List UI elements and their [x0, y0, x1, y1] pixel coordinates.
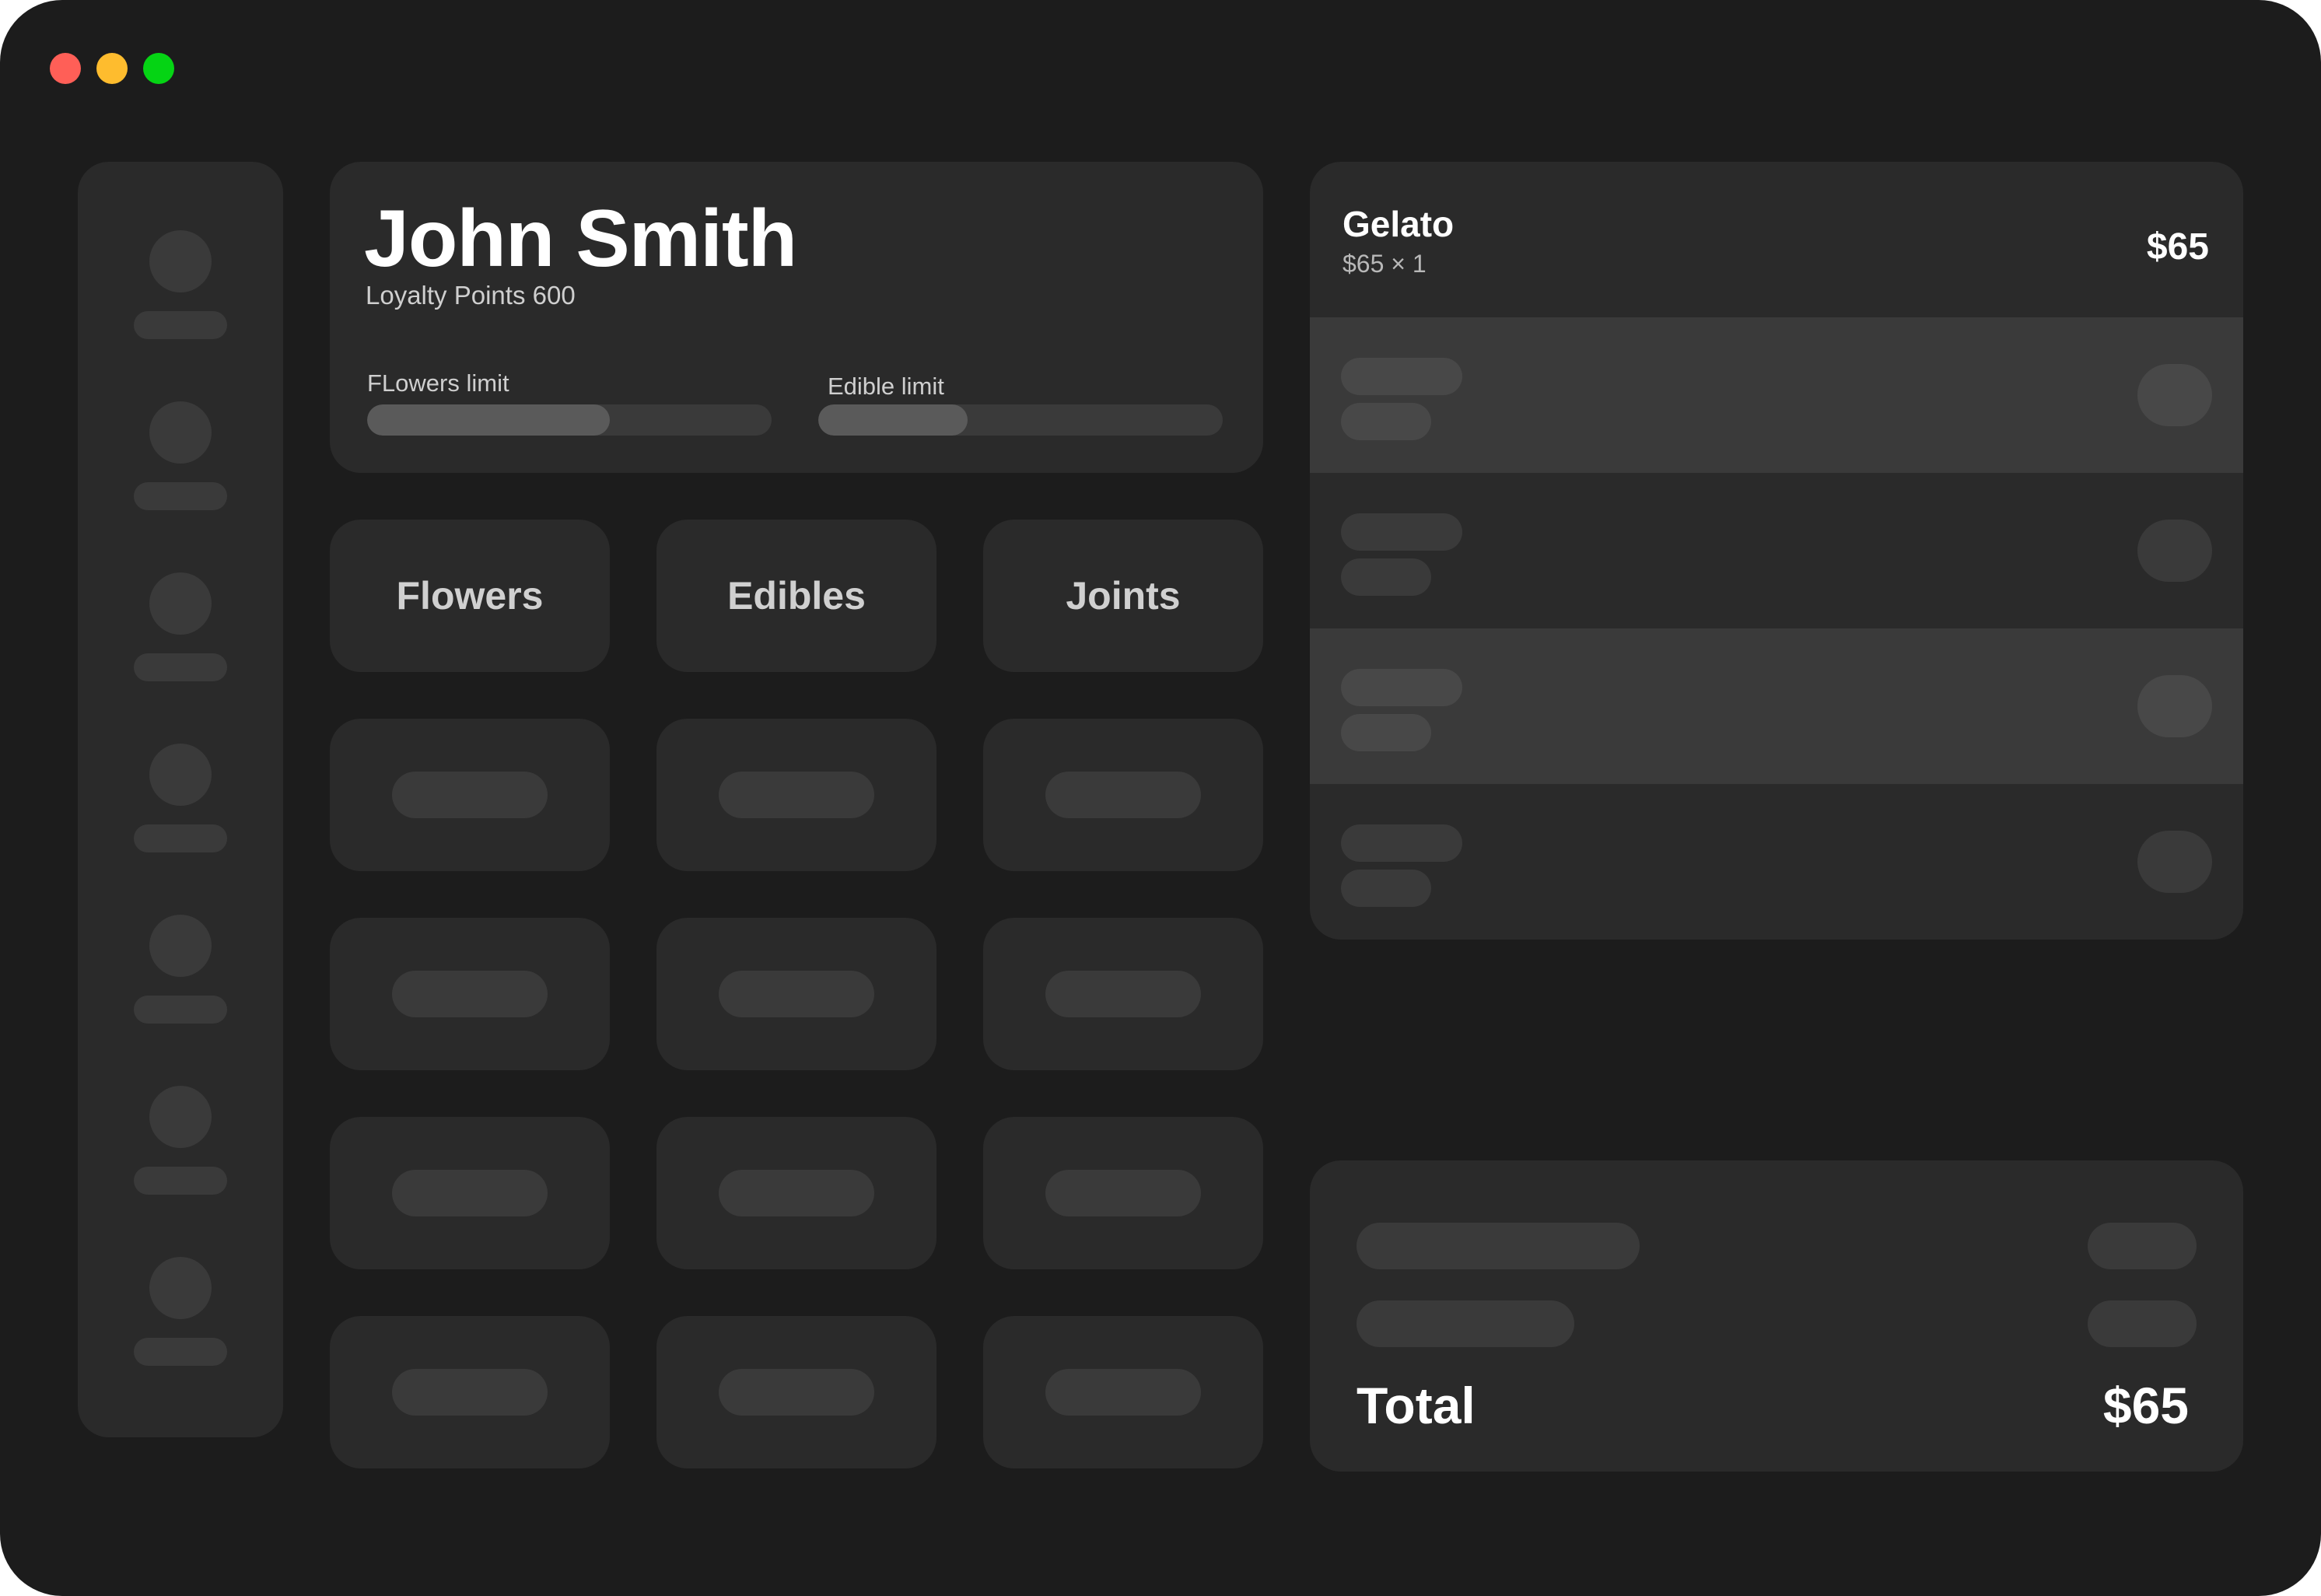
category-label: Joints — [1066, 574, 1181, 618]
edible-limit-bar — [818, 404, 1223, 436]
product-tile[interactable] — [983, 918, 1263, 1070]
sidebar-item-icon — [149, 1086, 212, 1148]
row-subtitle-placeholder — [1341, 558, 1431, 596]
product-label-placeholder — [392, 971, 548, 1017]
sidebar-item[interactable] — [78, 744, 283, 884]
edible-limit-fill — [818, 404, 968, 436]
row-price-placeholder — [2137, 520, 2212, 582]
category-edibles-button[interactable]: Edibles — [656, 520, 936, 672]
category-label: Flowers — [396, 574, 544, 618]
flowers-limit-label: FLowers limit — [367, 369, 509, 397]
product-tile[interactable] — [656, 1117, 936, 1269]
cart-item-detail: $65 × 1 — [1343, 250, 1427, 278]
tax-label-placeholder — [1357, 1300, 1574, 1347]
row-title-placeholder — [1341, 824, 1462, 862]
edible-limit-label: Edible limit — [828, 373, 944, 400]
row-title-placeholder — [1341, 513, 1462, 551]
cart-item[interactable]: Gelato $65 × 1 $65 — [1310, 162, 2243, 317]
sidebar-item-icon — [149, 572, 212, 635]
subtotal-label-placeholder — [1357, 1223, 1640, 1269]
loyalty-points: Loyalty Points 600 — [366, 281, 576, 310]
sidebar-item-label-placeholder — [134, 996, 227, 1024]
sidebar-item[interactable] — [78, 572, 283, 712]
customer-card: John Smith Loyalty Points 600 FLowers li… — [330, 162, 1263, 473]
customer-name: John Smith — [364, 194, 797, 284]
cart-row-placeholder[interactable] — [1310, 317, 2243, 473]
product-tile[interactable] — [656, 1316, 936, 1468]
product-tile[interactable] — [983, 1316, 1263, 1468]
product-label-placeholder — [392, 772, 548, 818]
cart-row-placeholder[interactable] — [1310, 473, 2243, 628]
sidebar-item-label-placeholder — [134, 482, 227, 510]
sidebar-item-label-placeholder — [134, 1338, 227, 1366]
subtotal-value-placeholder — [2088, 1223, 2197, 1269]
product-tile[interactable] — [330, 719, 610, 871]
product-tile[interactable] — [656, 719, 936, 871]
row-subtitle-placeholder — [1341, 870, 1431, 907]
sidebar-item[interactable] — [78, 915, 283, 1055]
sidebar-item-label-placeholder — [134, 824, 227, 852]
product-tile[interactable] — [330, 1117, 610, 1269]
product-label-placeholder — [1045, 1369, 1201, 1416]
flowers-limit-fill — [367, 404, 610, 436]
sidebar-item-icon — [149, 401, 212, 464]
minimize-window-button[interactable] — [96, 53, 128, 84]
cart-row-placeholder[interactable] — [1310, 628, 2243, 784]
close-window-button[interactable] — [50, 53, 81, 84]
product-label-placeholder — [1045, 772, 1201, 818]
order-summary: Total $65 — [1310, 1160, 2243, 1472]
flowers-limit-bar — [367, 404, 772, 436]
sidebar — [78, 162, 283, 1437]
app-window: John Smith Loyalty Points 600 FLowers li… — [0, 0, 2321, 1596]
product-label-placeholder — [392, 1170, 548, 1216]
total-value: $65 — [2102, 1377, 2189, 1434]
category-flowers-button[interactable]: Flowers — [330, 520, 610, 672]
product-label-placeholder — [1045, 1170, 1201, 1216]
sidebar-item-icon — [149, 915, 212, 977]
product-tile[interactable] — [656, 918, 936, 1070]
product-tile[interactable] — [330, 1316, 610, 1468]
sidebar-item-icon — [149, 744, 212, 806]
product-label-placeholder — [1045, 971, 1201, 1017]
row-price-placeholder — [2137, 675, 2212, 737]
sidebar-item-label-placeholder — [134, 311, 227, 339]
sidebar-item[interactable] — [78, 401, 283, 541]
sidebar-item-label-placeholder — [134, 653, 227, 681]
category-label: Edibles — [727, 574, 866, 618]
product-label-placeholder — [719, 1369, 874, 1416]
product-label-placeholder — [392, 1369, 548, 1416]
row-title-placeholder — [1341, 669, 1462, 706]
row-subtitle-placeholder — [1341, 714, 1431, 751]
product-tile[interactable] — [330, 918, 610, 1070]
total-label: Total — [1357, 1377, 1476, 1434]
product-tile[interactable] — [983, 1117, 1263, 1269]
sidebar-item-icon — [149, 230, 212, 292]
sidebar-item-label-placeholder — [134, 1167, 227, 1195]
tax-value-placeholder — [2088, 1300, 2197, 1347]
category-joints-button[interactable]: Joints — [983, 520, 1263, 672]
row-price-placeholder — [2137, 364, 2212, 426]
sidebar-item[interactable] — [78, 1086, 283, 1226]
sidebar-item-icon — [149, 1257, 212, 1319]
cart-row-placeholder[interactable] — [1310, 784, 2243, 940]
product-tile[interactable] — [983, 719, 1263, 871]
product-label-placeholder — [719, 772, 874, 818]
sidebar-item[interactable] — [78, 1257, 283, 1397]
cart-item-name: Gelato — [1343, 204, 1455, 244]
row-title-placeholder — [1341, 358, 1462, 395]
sidebar-item[interactable] — [78, 230, 283, 370]
row-price-placeholder — [2137, 831, 2212, 893]
product-label-placeholder — [719, 971, 874, 1017]
product-label-placeholder — [719, 1170, 874, 1216]
cart-item-price: $65 — [2146, 226, 2209, 268]
row-subtitle-placeholder — [1341, 403, 1431, 440]
cart-panel: Gelato $65 × 1 $65 — [1310, 162, 2243, 940]
maximize-window-button[interactable] — [143, 53, 174, 84]
